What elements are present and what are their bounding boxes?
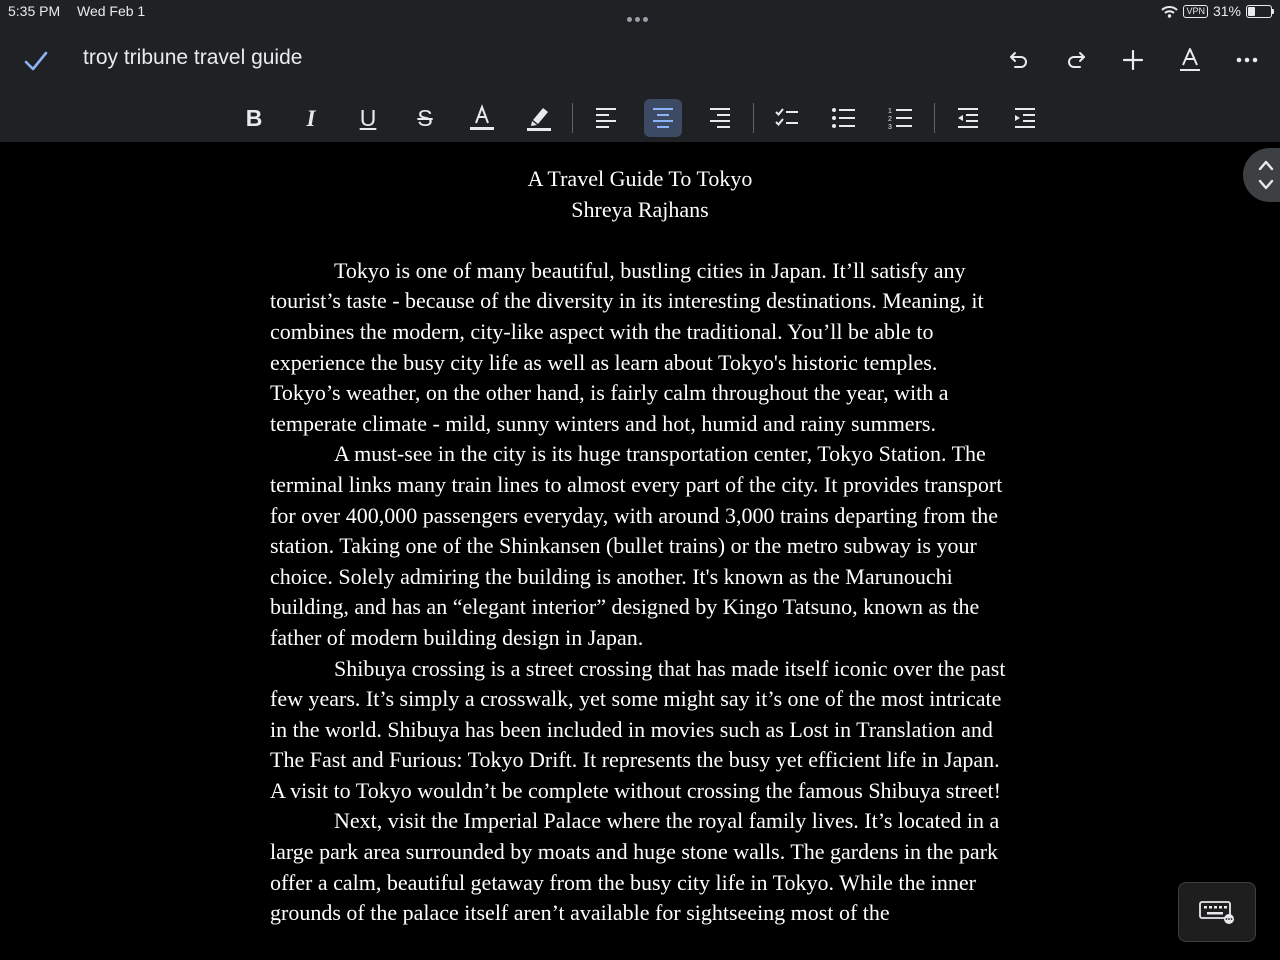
title-bar: troy tribune travel guide [0, 24, 1280, 94]
vpn-badge: VPN [1183, 4, 1208, 18]
redo-icon[interactable] [1061, 45, 1091, 75]
checklist-icon[interactable] [768, 99, 806, 137]
bulleted-list-icon[interactable] [825, 99, 863, 137]
battery-percent: 31% [1212, 3, 1241, 19]
document-body[interactable]: A Travel Guide To Tokyo Shreya Rajhans T… [270, 164, 1010, 929]
more-icon[interactable] [1232, 45, 1262, 75]
paragraph: Shibuya crossing is a street crossing th… [270, 655, 1006, 803]
toolbar-divider [753, 103, 754, 133]
status-bar: 5:35 PM Wed Feb 1 VPN 31% [0, 0, 1280, 24]
keyboard-icon [1199, 901, 1234, 924]
plus-icon[interactable] [1118, 45, 1148, 75]
italic-icon[interactable]: I [292, 99, 330, 137]
status-time: 5:35 PM [8, 3, 61, 19]
wifi-icon [1161, 5, 1179, 18]
align-left-icon[interactable] [587, 99, 625, 137]
undo-icon[interactable] [1004, 45, 1034, 75]
document-heading: A Travel Guide To Tokyo [527, 166, 753, 191]
scroll-arrows-icon [1258, 160, 1274, 190]
numbered-list-icon[interactable]: 123 [882, 99, 920, 137]
toolbar-divider [572, 103, 573, 133]
align-center-icon[interactable] [644, 99, 682, 137]
paragraph: Next, visit the Imperial Palace where th… [270, 808, 1000, 926]
format-toolbar: B I U S 123 [0, 94, 1280, 142]
svg-text:1: 1 [888, 108, 892, 115]
paragraph: A must-see in the city is its huge trans… [270, 441, 1003, 650]
text-color-icon[interactable] [463, 99, 501, 137]
svg-text:2: 2 [888, 116, 892, 123]
battery-level [1248, 6, 1255, 16]
document-author: Shreya Rajhans [571, 196, 709, 222]
status-date: Wed Feb 1 [77, 3, 146, 19]
keyboard-button[interactable] [1178, 882, 1256, 942]
multitasking-dots-icon[interactable] [627, 9, 653, 22]
highlight-icon[interactable] [520, 99, 558, 137]
bold-icon[interactable]: B [235, 99, 273, 137]
underline-icon[interactable]: U [349, 99, 387, 137]
status-indicators: VPN 31% [1161, 3, 1274, 19]
check-icon[interactable] [22, 47, 50, 75]
increase-indent-icon[interactable] [1006, 99, 1044, 137]
document-title[interactable]: troy tribune travel guide [83, 46, 302, 70]
battery-icon [1246, 4, 1274, 18]
strikethrough-icon[interactable]: S [406, 99, 444, 137]
text-format-icon[interactable] [1175, 45, 1205, 75]
scroll-handle[interactable] [1243, 148, 1280, 202]
decrease-indent-icon[interactable] [949, 99, 987, 137]
svg-text:3: 3 [888, 124, 892, 130]
align-right-icon[interactable] [701, 99, 739, 137]
paragraph: Tokyo is one of many beautiful, bustling… [270, 257, 984, 436]
toolbar-divider [934, 103, 935, 133]
